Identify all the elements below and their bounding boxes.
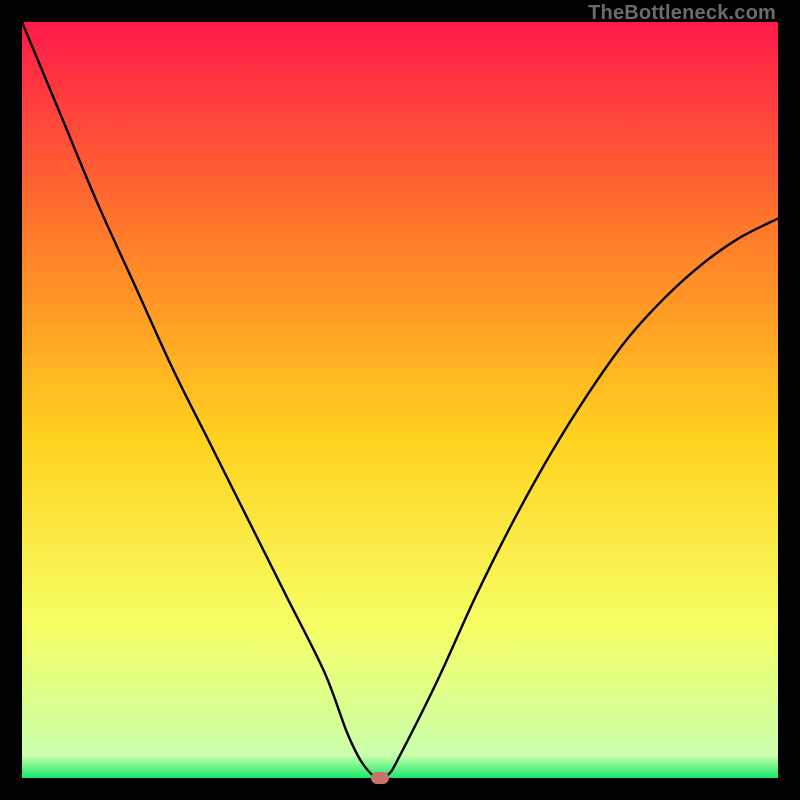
watermark-text: TheBottleneck.com <box>588 2 776 25</box>
plot-area <box>22 22 778 778</box>
optimal-point-marker <box>371 772 389 784</box>
bottleneck-curve <box>22 22 778 778</box>
chart-frame: TheBottleneck.com <box>0 0 800 800</box>
